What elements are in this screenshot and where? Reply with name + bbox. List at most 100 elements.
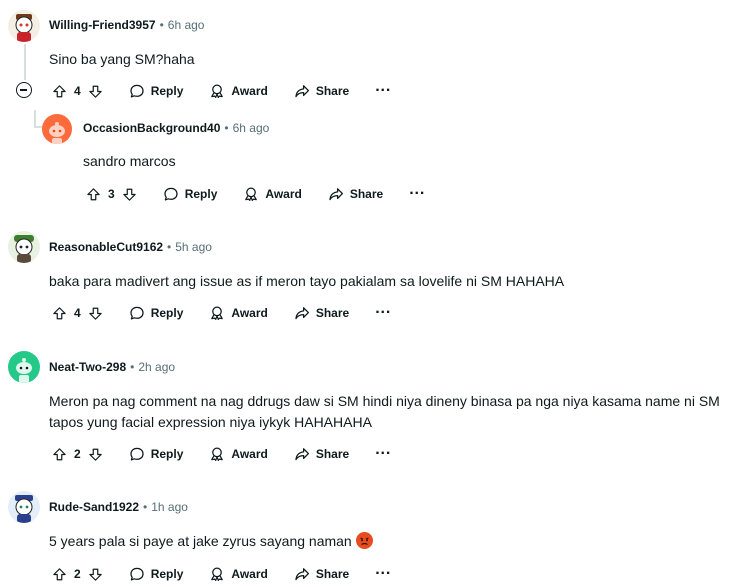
upvote-button[interactable] (52, 447, 67, 462)
comment-body: sandro marcos (83, 153, 176, 169)
reply-label: Reply (184, 187, 218, 201)
share-button[interactable]: Share (328, 186, 383, 202)
separator-dot: • (143, 500, 148, 514)
upvote-button[interactable] (52, 84, 67, 99)
reply-button[interactable]: Reply (129, 83, 184, 99)
comment-body: 5 years pala si paye at jake zyrus sayan… (49, 533, 352, 549)
share-icon (294, 446, 310, 462)
award-icon (209, 305, 225, 321)
downvote-icon (88, 84, 103, 99)
thread-connector (34, 110, 36, 126)
more-options-button[interactable]: ··· (375, 566, 391, 582)
upvote-icon (86, 187, 101, 202)
comment-icon (129, 566, 145, 582)
award-button[interactable]: Award (243, 186, 302, 202)
award-label: Award (231, 447, 268, 461)
avatar[interactable] (42, 114, 72, 144)
upvote-icon (52, 447, 67, 462)
upvote-icon (52, 306, 67, 321)
share-button[interactable]: Share (294, 566, 349, 582)
comment-icon (129, 305, 145, 321)
thread-line (24, 44, 26, 80)
comment-body: baka para madivert ang issue as if meron… (49, 273, 565, 289)
award-button[interactable]: Award (209, 83, 268, 99)
username[interactable]: OccasionBackground40 (83, 121, 220, 135)
vote-count: 2 (74, 567, 81, 581)
share-label: Share (315, 306, 350, 320)
reply-label: Reply (150, 567, 184, 581)
vote-count: 3 (108, 187, 115, 201)
username[interactable]: Neat-Two-298 (49, 360, 126, 374)
snoo-avatar-icon (16, 358, 32, 383)
share-icon (294, 305, 310, 321)
reply-button[interactable]: Reply (129, 446, 184, 462)
downvote-icon (88, 567, 103, 582)
comment-body: Meron pa nag comment na nag ddrugs daw s… (49, 393, 720, 430)
avatar[interactable] (8, 10, 40, 42)
comment-icon (129, 83, 145, 99)
downvote-button[interactable] (88, 447, 103, 462)
snoo-avatar-icon (14, 235, 34, 263)
timestamp[interactable]: 5h ago (175, 240, 212, 254)
downvote-icon (122, 187, 137, 202)
comment-body: Sino ba yang SM?haha (49, 51, 195, 67)
reply-button[interactable]: Reply (129, 305, 183, 321)
timestamp[interactable]: 2h ago (138, 360, 175, 374)
timestamp[interactable]: 6h ago (233, 121, 270, 135)
username[interactable]: Willing-Friend3957 (49, 18, 156, 32)
vote-count: 4 (74, 306, 81, 320)
reply-button[interactable]: Reply (129, 566, 184, 582)
username[interactable]: Rude-Sand1922 (49, 500, 139, 514)
avatar[interactable] (8, 231, 40, 263)
reply-label: Reply (150, 447, 184, 461)
snoo-avatar-icon (49, 122, 65, 144)
separator-dot: • (224, 121, 229, 135)
award-button[interactable]: Award (209, 305, 268, 321)
award-icon (243, 186, 259, 202)
vote-count: 2 (74, 447, 81, 461)
avatar[interactable] (8, 491, 40, 523)
vote-count: 4 (74, 84, 81, 98)
upvote-icon (52, 567, 67, 582)
downvote-button[interactable] (88, 84, 103, 99)
downvote-button[interactable] (88, 567, 103, 582)
reply-label: Reply (150, 84, 184, 98)
snoo-avatar-icon (15, 495, 33, 523)
share-button[interactable]: Share (294, 83, 349, 99)
collapse-thread-button[interactable] (16, 82, 32, 98)
share-label: Share (315, 447, 350, 461)
comment-icon (163, 186, 179, 202)
downvote-button[interactable] (122, 187, 137, 202)
award-icon (209, 83, 225, 99)
downvote-icon (88, 447, 103, 462)
award-label: Award (265, 187, 302, 201)
snoo-avatar-icon (15, 14, 33, 42)
avatar[interactable] (8, 351, 40, 383)
timestamp[interactable]: 1h ago (151, 500, 188, 514)
share-label: Share (349, 187, 384, 201)
upvote-button[interactable] (86, 187, 101, 202)
upvote-button[interactable] (52, 306, 67, 321)
share-button[interactable]: Share (294, 446, 349, 462)
username[interactable]: ReasonableCut9162 (49, 240, 163, 254)
more-options-button[interactable]: ··· (375, 83, 391, 99)
share-icon (328, 186, 344, 202)
award-label: Award (231, 567, 268, 581)
comment-icon (129, 446, 145, 462)
reply-button[interactable]: Reply (163, 186, 218, 202)
downvote-button[interactable] (88, 306, 103, 321)
angry-face-emoji (355, 532, 373, 549)
share-label: Share (315, 84, 350, 98)
more-options-button[interactable]: ··· (409, 186, 425, 202)
more-options-button[interactable]: ··· (375, 446, 391, 462)
share-button[interactable]: Share (294, 305, 349, 321)
timestamp[interactable]: 6h ago (168, 18, 205, 32)
more-options-button[interactable]: ··· (375, 305, 391, 321)
upvote-button[interactable] (52, 567, 67, 582)
award-label: Award (231, 84, 268, 98)
upvote-icon (52, 84, 67, 99)
separator-dot: • (130, 360, 135, 374)
award-button[interactable]: Award (209, 446, 268, 462)
award-label: Award (231, 306, 268, 320)
award-button[interactable]: Award (209, 566, 268, 582)
